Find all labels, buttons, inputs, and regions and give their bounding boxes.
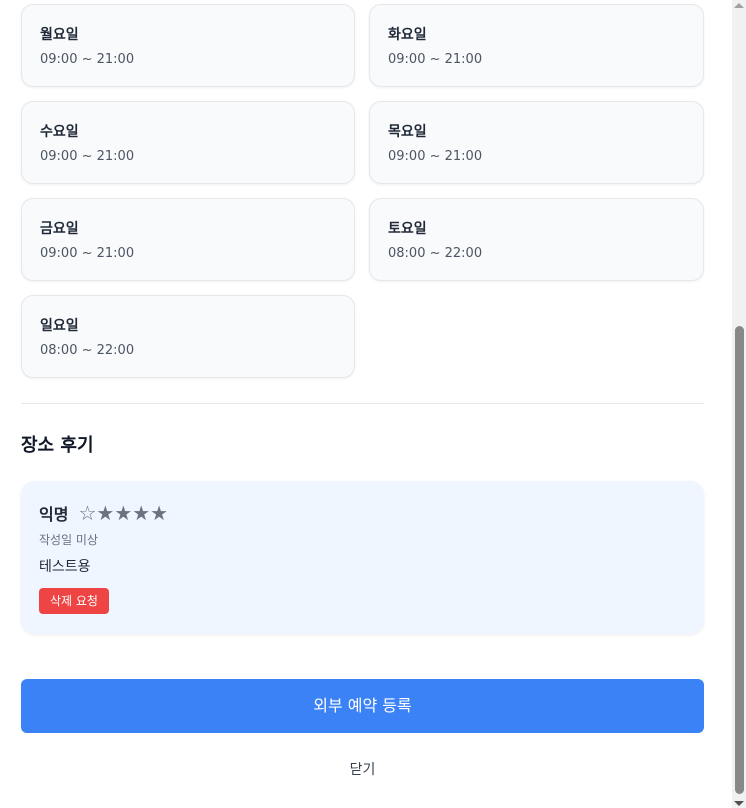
external-reservation-button[interactable]: 외부 예약 등록 [21,679,704,733]
day-hours: 09:00 ~ 21:00 [40,52,135,67]
review-body: 테스트용 [39,559,91,575]
section-divider [21,403,704,404]
review-card: 익명 ☆★★★★ 작성일 미상 테스트용 삭제 요청 [21,481,704,634]
day-card-mon: 월요일 09:00 ~ 21:00 [21,4,355,87]
opening-hours-grid: 월요일 09:00 ~ 21:00 화요일 09:00 ~ 21:00 수요일 … [21,4,704,378]
day-name: 토요일 [388,221,427,237]
day-name: 금요일 [40,221,79,237]
day-name: 화요일 [388,27,427,43]
day-name: 일요일 [40,318,79,334]
day-name: 수요일 [40,124,79,140]
day-card-sat: 토요일 08:00 ~ 22:00 [369,198,704,281]
review-author: 익명 [39,505,69,524]
day-hours: 08:00 ~ 22:00 [40,343,135,358]
scrollbar-thumb[interactable] [735,326,744,794]
day-name: 월요일 [40,27,79,43]
reviews-section-title: 장소 후기 [21,435,94,456]
scroll-down-icon[interactable] [734,801,744,806]
scroll-up-icon[interactable] [734,3,744,8]
day-card-tue: 화요일 09:00 ~ 21:00 [369,4,704,87]
day-hours: 08:00 ~ 22:00 [388,246,483,261]
star-rating-icon: ☆★★★★ [78,501,169,525]
review-date: 작성일 미상 [39,533,99,547]
day-name: 목요일 [388,124,427,140]
review-header: 익명 ☆★★★★ [39,501,686,525]
close-button[interactable]: 닫기 [21,760,704,780]
vertical-scrollbar[interactable] [732,0,746,808]
day-hours: 09:00 ~ 21:00 [40,246,135,261]
day-hours: 09:00 ~ 21:00 [40,149,135,164]
day-hours: 09:00 ~ 21:00 [388,52,483,67]
delete-request-button[interactable]: 삭제 요청 [39,588,109,614]
day-card-thu: 목요일 09:00 ~ 21:00 [369,101,704,184]
day-card-fri: 금요일 09:00 ~ 21:00 [21,198,355,281]
day-hours: 09:00 ~ 21:00 [388,149,483,164]
day-card-wed: 수요일 09:00 ~ 21:00 [21,101,355,184]
day-card-sun: 일요일 08:00 ~ 22:00 [21,295,355,378]
